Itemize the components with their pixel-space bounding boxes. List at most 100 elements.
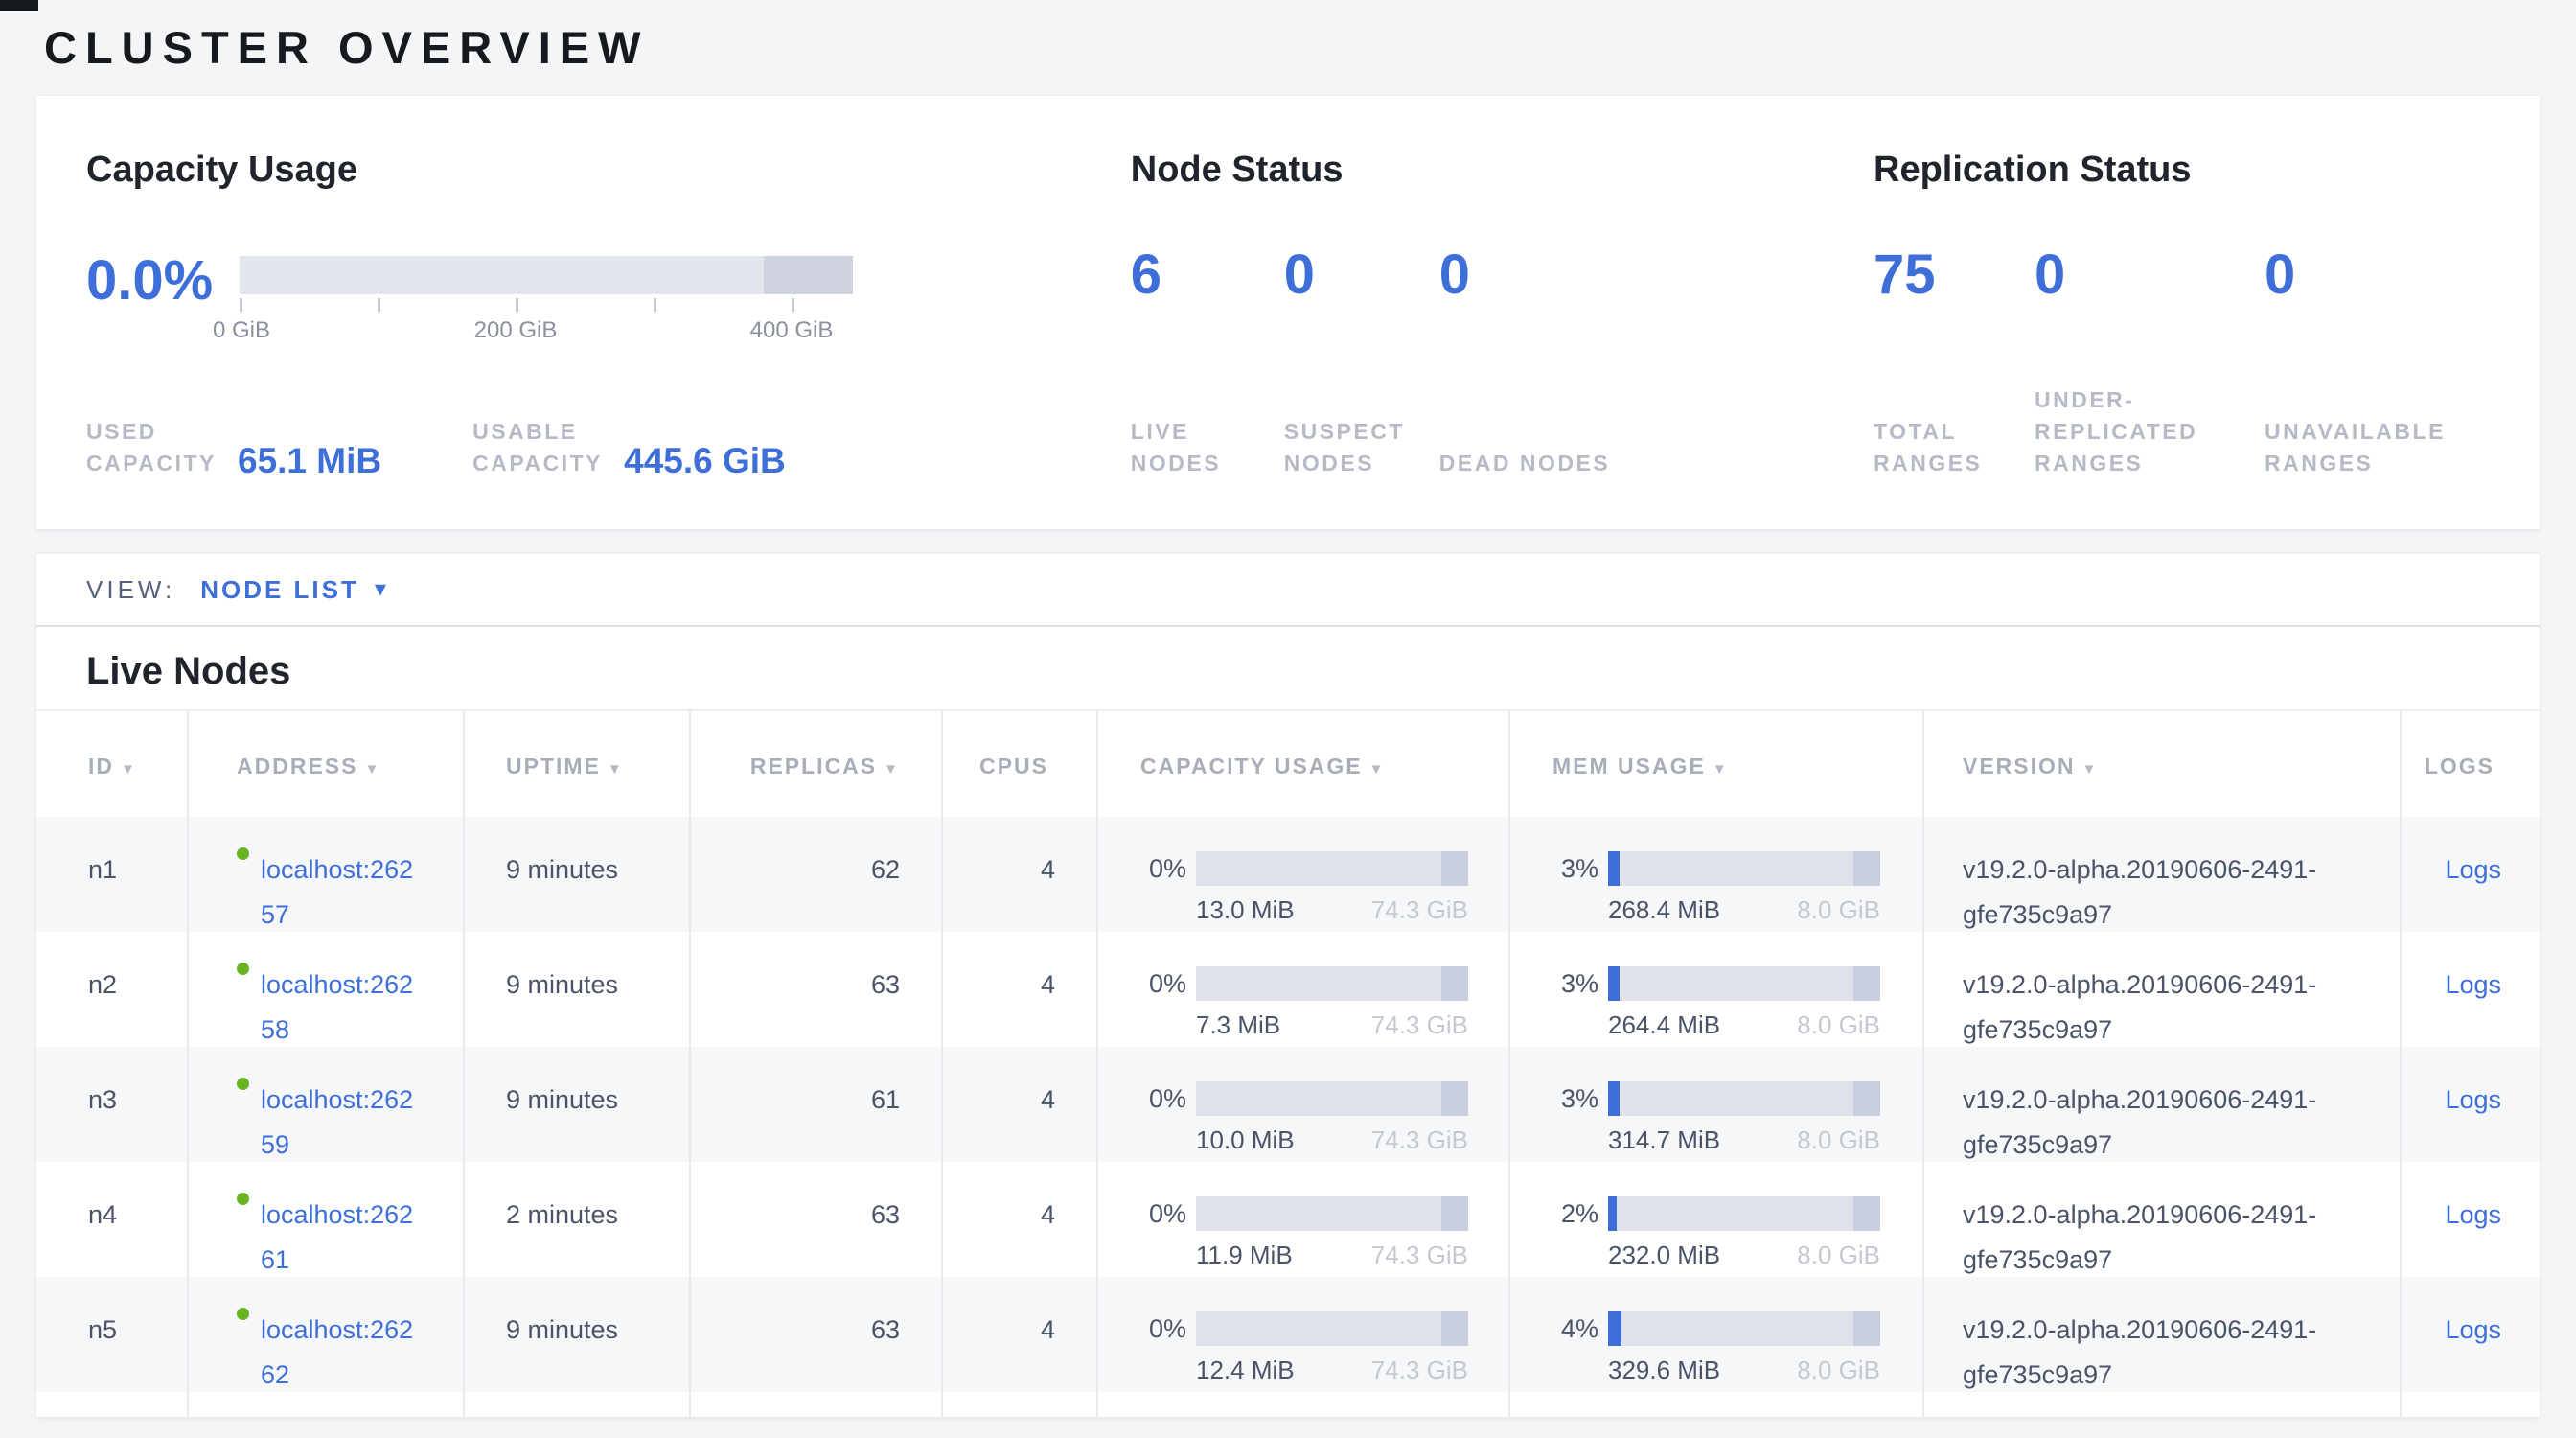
node-replicas: 62 <box>689 817 941 938</box>
node-version-cell: v19.2.0-alpha.20190606-2491-gfe735c9a97 <box>1922 1047 2400 1168</box>
column-header-version[interactable]: VERSION▼ <box>1922 711 2400 817</box>
column-header-address[interactable]: ADDRESS▼ <box>187 711 463 817</box>
mem-usage-fill <box>1608 851 1620 886</box>
live-nodes-count: 6 <box>1131 244 1284 306</box>
node-replicas: 63 <box>689 1162 941 1283</box>
mem-used-value: 264.4 MiB <box>1608 1010 1720 1039</box>
chevron-down-icon[interactable]: ▾ <box>375 580 386 599</box>
capacity-used-value: 10.0 MiB <box>1196 1125 1295 1154</box>
capacity-percent: 0% <box>1140 1081 1186 1116</box>
node-capacity-usage-cell: 0% 11.9 MiB 74.3 GiB <box>1096 1162 1508 1283</box>
node-live-icon <box>237 847 249 860</box>
logs-link[interactable]: Logs <box>2445 1085 2501 1114</box>
capacity-usage-section: Capacity Usage 0.0% 0 GiB 200 GiB 400 Gi… <box>86 150 1131 479</box>
node-version: v19.2.0-alpha.20190606-2491-gfe735c9a97 <box>1963 1308 2365 1398</box>
mem-usage-fill <box>1608 966 1620 1001</box>
node-address-link[interactable]: localhost:26258 <box>261 963 424 1053</box>
live-nodes-panel: Live Nodes ID▼ ADDRESS▼ UPTIME▼ REPLICAS… <box>36 627 2540 1417</box>
mem-used-value: 232.0 MiB <box>1608 1241 1720 1269</box>
replication-status-section: Replication Status 75 0 0 TOTAL RANGES U… <box>1874 150 2490 479</box>
node-cpus: 4 <box>941 1162 1096 1283</box>
capacity-used-percent: 0.0% <box>86 250 226 346</box>
capacity-total-value: 74.3 GiB <box>1371 1241 1468 1269</box>
capacity-used-value: 13.0 MiB <box>1196 895 1295 924</box>
table-row: n2 localhost:26258 9 minutes 63 4 0% 7.3… <box>36 932 2540 1047</box>
node-version-cell: v19.2.0-alpha.20190606-2491-gfe735c9a97 <box>1922 1162 2400 1283</box>
capacity-usage-bar <box>1196 1081 1468 1116</box>
node-replicas: 63 <box>689 932 941 1053</box>
node-id: n5 <box>36 1277 187 1398</box>
column-header-logs[interactable]: LOGS <box>2400 711 2540 817</box>
mem-usage-bar <box>1608 1081 1880 1116</box>
node-capacity-usage-cell: 0% 13.0 MiB74.3 GiB <box>1096 817 1508 938</box>
node-uptime: 9 minutes <box>463 932 689 1053</box>
node-id: n4 <box>36 1162 187 1283</box>
node-address-cell: localhost:26262 <box>187 1277 463 1398</box>
column-header-capacity-usage[interactable]: CAPACITY USAGE▼ <box>1096 711 1508 817</box>
usable-capacity-value: 445.6 GiB <box>624 441 786 481</box>
capacity-usage-bar <box>1196 1311 1468 1346</box>
column-header-uptime[interactable]: UPTIME▼ <box>463 711 689 817</box>
mem-usage-fill <box>1608 1196 1617 1231</box>
table-row-partial <box>36 1392 2540 1417</box>
usable-capacity-label: USABLE CAPACITY <box>472 416 607 479</box>
mem-usage-bar <box>1608 1196 1880 1231</box>
logs-link[interactable]: Logs <box>2445 970 2501 999</box>
sort-icon[interactable]: ▼ <box>1369 761 1386 777</box>
sort-icon[interactable]: ▼ <box>2082 761 2099 777</box>
node-live-icon <box>237 963 249 975</box>
unavailable-ranges-count: 0 <box>2265 244 2490 306</box>
replication-status-title: Replication Status <box>1874 150 2490 191</box>
capacity-percent: 0% <box>1140 1196 1186 1231</box>
used-capacity-stat: USED CAPACITY 65.1 MiB <box>86 416 381 479</box>
node-version-cell: v19.2.0-alpha.20190606-2491-gfe735c9a97 <box>1922 932 2400 1053</box>
node-version: v19.2.0-alpha.20190606-2491-gfe735c9a97 <box>1963 1078 2365 1168</box>
logs-link[interactable]: Logs <box>2445 855 2501 884</box>
mem-used-value: 329.6 MiB <box>1608 1356 1720 1384</box>
logs-link[interactable]: Logs <box>2445 1200 2501 1229</box>
node-live-icon <box>237 1193 249 1205</box>
view-dropdown-value[interactable]: NODE LIST <box>200 575 359 605</box>
node-address-link[interactable]: localhost:26257 <box>261 847 424 938</box>
view-dropdown[interactable]: NODE LIST ▾ <box>200 575 386 605</box>
node-status-title: Node Status <box>1131 150 1874 191</box>
column-header-cpus[interactable]: CPUS <box>941 711 1096 817</box>
mem-usage-bar <box>1608 966 1880 1001</box>
node-capacity-usage-cell: 0% 12.4 MiB74.3 GiB <box>1096 1277 1508 1398</box>
view-selector-bar: VIEW: NODE LIST ▾ <box>36 554 2540 627</box>
node-address-link[interactable]: localhost:26261 <box>261 1193 424 1283</box>
top-edge-artifact <box>0 0 38 11</box>
node-address-link[interactable]: localhost:26262 <box>261 1308 424 1398</box>
mem-percent: 2% <box>1552 1196 1598 1231</box>
view-label: VIEW: <box>86 575 175 605</box>
capacity-usage-chart: 0 GiB 200 GiB 400 GiB <box>240 256 853 346</box>
node-version: v19.2.0-alpha.20190606-2491-gfe735c9a97 <box>1963 847 2365 938</box>
node-mem-usage-cell: 3% 264.4 MiB8.0 GiB <box>1508 932 1922 1053</box>
usable-capacity-stat: USABLE CAPACITY 445.6 GiB <box>472 416 786 479</box>
sort-icon[interactable]: ▼ <box>608 761 624 777</box>
sort-icon[interactable]: ▼ <box>364 761 380 777</box>
node-logs-cell: Logs <box>2400 932 2540 1053</box>
node-cpus: 4 <box>941 1277 1096 1398</box>
column-header-id[interactable]: ID▼ <box>36 711 187 817</box>
capacity-axis-ticks <box>240 298 853 315</box>
node-uptime: 9 minutes <box>463 1047 689 1168</box>
axis-label-0: 0 GiB <box>213 317 270 344</box>
node-cpus: 4 <box>941 817 1096 938</box>
capacity-total-value: 74.3 GiB <box>1371 1356 1468 1384</box>
column-header-mem-usage[interactable]: MEM USAGE▼ <box>1508 711 1922 817</box>
sort-icon[interactable]: ▼ <box>121 761 137 777</box>
capacity-used-value: 11.9 MiB <box>1196 1241 1293 1269</box>
mem-percent: 3% <box>1552 851 1598 886</box>
node-mem-usage-cell: 4% 329.6 MiB8.0 GiB <box>1508 1277 1922 1398</box>
sort-icon[interactable]: ▼ <box>884 761 900 777</box>
node-uptime: 9 minutes <box>463 817 689 938</box>
sort-icon[interactable]: ▼ <box>1713 761 1729 777</box>
mem-used-value: 314.7 MiB <box>1608 1125 1720 1154</box>
logs-link[interactable]: Logs <box>2445 1315 2501 1344</box>
column-header-replicas[interactable]: REPLICAS▼ <box>689 711 941 817</box>
node-mem-usage-cell: 3% 314.7 MiB8.0 GiB <box>1508 1047 1922 1168</box>
mem-total-value: 8.0 GiB <box>1797 1356 1880 1384</box>
node-address-link[interactable]: localhost:26259 <box>261 1078 424 1168</box>
node-replicas: 63 <box>689 1277 941 1398</box>
